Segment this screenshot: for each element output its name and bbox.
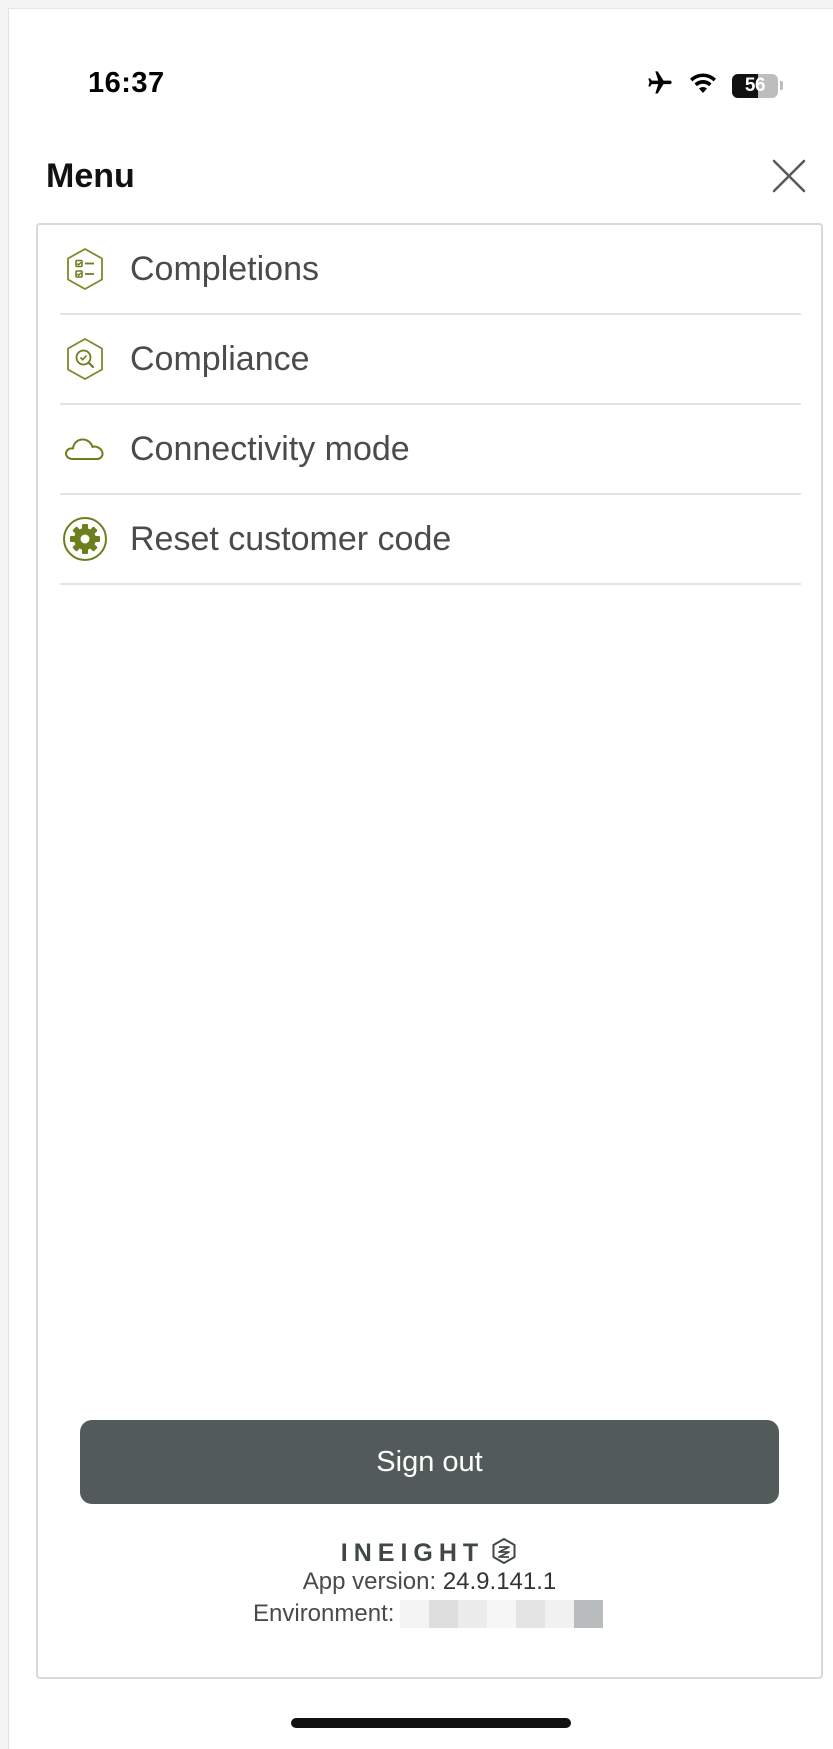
wifi-icon (688, 71, 718, 100)
menu-item-completions[interactable]: Completions (60, 225, 801, 315)
menu-item-label: Reset customer code (130, 519, 452, 558)
ineight-logo-icon (490, 1537, 518, 1570)
battery-percent: 56 (744, 74, 766, 96)
sign-out-button[interactable]: Sign out (80, 1420, 779, 1504)
menu-item-label: Completions (130, 249, 319, 288)
menu-item-reset-customer-code[interactable]: Reset customer code (60, 495, 801, 585)
environment: Environment: (253, 1600, 604, 1628)
menu-list: Completions Compliance Connectivity mode… (60, 225, 801, 585)
menu-panel: Completions Compliance Connectivity mode… (36, 223, 823, 1679)
home-indicator[interactable] (291, 1718, 571, 1728)
close-icon (772, 159, 806, 193)
close-button[interactable] (769, 156, 809, 196)
battery-icon: 56 (732, 73, 778, 98)
cloud-icon (62, 426, 108, 472)
environment-label: Environment: (253, 1600, 395, 1627)
menu-item-connectivity-mode[interactable]: Connectivity mode (60, 405, 801, 495)
app-screen: 16:37 56 Menu Completions Compliance Con… (8, 8, 833, 1749)
app-version-value: 24.9.141.1 (442, 1568, 557, 1595)
status-icons: 56 (646, 69, 783, 102)
app-version: App version: 24.9.141.1 (38, 1568, 821, 1596)
app-version-label: App version: (302, 1568, 437, 1595)
menu-item-label: Connectivity mode (130, 429, 410, 468)
status-time: 16:37 (88, 67, 165, 99)
completions-hexagon-icon (62, 246, 108, 292)
compliance-hexagon-icon (62, 336, 108, 382)
page-title: Menu (46, 157, 135, 195)
environment-value-redacted (400, 1600, 604, 1628)
gear-icon (62, 516, 108, 562)
brand-logo: INEIGHT (38, 1537, 821, 1570)
airplane-mode-icon (646, 69, 674, 102)
brand-wordmark: INEIGHT (340, 1539, 485, 1567)
battery-tip (780, 81, 783, 90)
menu-item-compliance[interactable]: Compliance (60, 315, 801, 405)
menu-item-label: Compliance (130, 339, 310, 378)
